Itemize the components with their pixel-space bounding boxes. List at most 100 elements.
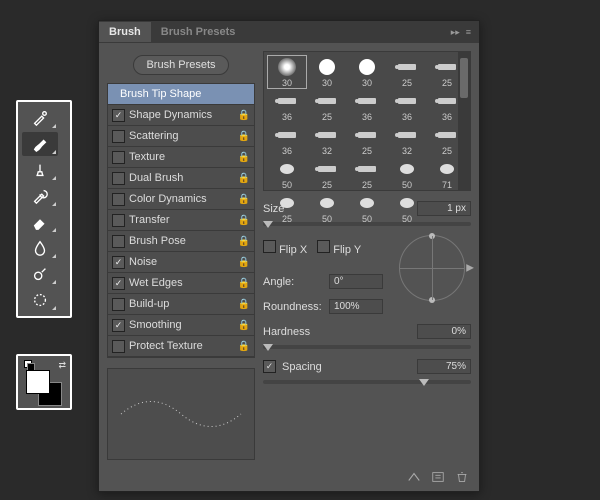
brush-tip-cell[interactable]: 30 — [268, 56, 306, 88]
pen-tool[interactable] — [22, 288, 58, 312]
hardness-slider[interactable] — [263, 345, 471, 349]
brush-tip-cell[interactable]: 25 — [348, 158, 386, 190]
checkbox-icon[interactable] — [112, 214, 125, 227]
angle-dial[interactable]: ▶ — [399, 235, 465, 301]
size-slider[interactable] — [263, 222, 471, 226]
lock-icon[interactable]: 🔒 — [238, 257, 250, 268]
healing-brush-tool[interactable] — [22, 106, 58, 130]
brush-tip-cell[interactable]: 50 — [308, 192, 346, 224]
opt-protect-texture[interactable]: Protect Texture🔒 — [108, 336, 254, 357]
opt-texture[interactable]: Texture🔒 — [108, 147, 254, 168]
panel-tabbar: Brush Brush Presets ▸▸ ≡ — [99, 21, 479, 43]
spacing-label: Spacing — [282, 361, 322, 373]
opt-wet-edges[interactable]: Wet Edges🔒 — [108, 273, 254, 294]
brush-tip-cell[interactable]: 25 — [348, 124, 386, 156]
angle-value[interactable]: 0° — [329, 274, 383, 289]
lock-icon[interactable]: 🔒 — [238, 299, 250, 310]
color-swatch-box: ⇄ — [16, 354, 72, 410]
checkbox-icon[interactable] — [112, 151, 125, 164]
checkbox-icon[interactable] — [112, 172, 125, 185]
lock-icon[interactable]: 🔒 — [238, 173, 250, 184]
spacing-slider[interactable] — [263, 380, 471, 384]
checkbox-icon[interactable] — [112, 298, 125, 311]
brush-tip-cell[interactable]: 50 — [348, 192, 386, 224]
opt-smoothing[interactable]: Smoothing🔒 — [108, 315, 254, 336]
brush-tip-cell[interactable]: 50 — [268, 158, 306, 190]
hardness-label: Hardness — [263, 326, 310, 338]
lock-icon[interactable]: 🔒 — [238, 320, 250, 331]
brush-tip-cell[interactable]: 30 — [348, 56, 386, 88]
hardness-value[interactable]: 0% — [417, 324, 471, 339]
opt-transfer[interactable]: Transfer🔒 — [108, 210, 254, 231]
checkbox-icon[interactable] — [112, 319, 125, 332]
opt-build-up[interactable]: Build-up🔒 — [108, 294, 254, 315]
brush-tip-cell[interactable]: 32 — [388, 124, 426, 156]
brush-options-column: Brush Presets Brush Tip Shape Shape Dyna… — [107, 51, 255, 460]
history-brush-tool[interactable] — [22, 184, 58, 208]
brush-tip-cell[interactable]: 36 — [268, 124, 306, 156]
roundness-label: Roundness: — [263, 301, 322, 313]
opt-label: Brush Tip Shape — [112, 88, 201, 100]
checkbox-icon[interactable] — [112, 193, 125, 206]
brush-tip-cell[interactable]: 50 — [388, 192, 426, 224]
roundness-value[interactable]: 100% — [329, 299, 383, 314]
swap-colors-icon[interactable]: ⇄ — [58, 360, 66, 371]
angle-label: Angle: — [263, 276, 294, 288]
brush-tool[interactable] — [22, 132, 58, 156]
opt-brush-pose[interactable]: Brush Pose🔒 — [108, 231, 254, 252]
brush-tip-cell[interactable]: 36 — [348, 90, 386, 122]
flip-y-checkbox[interactable]: Flip Y — [317, 240, 361, 256]
brush-tip-cell[interactable]: 25 — [308, 158, 346, 190]
lock-icon[interactable]: 🔒 — [238, 152, 250, 163]
brush-stroke-preview — [107, 368, 255, 460]
scrollbar-thumb[interactable] — [460, 58, 468, 98]
opt-color-dynamics[interactable]: Color Dynamics🔒 — [108, 189, 254, 210]
brush-tip-cell[interactable]: 36 — [268, 90, 306, 122]
brush-tip-cell[interactable]: 25 — [308, 90, 346, 122]
brush-tip-cell[interactable]: 50 — [388, 158, 426, 190]
tab-brush[interactable]: Brush — [99, 22, 151, 42]
lock-icon[interactable]: 🔒 — [238, 215, 250, 226]
eraser-tool[interactable] — [22, 210, 58, 234]
checkbox-icon[interactable] — [112, 277, 125, 290]
tab-brush-presets[interactable]: Brush Presets — [151, 22, 246, 42]
spacing-value[interactable]: 75% — [417, 359, 471, 374]
brush-tip-cell[interactable]: 30 — [308, 56, 346, 88]
lock-icon[interactable]: 🔒 — [238, 341, 250, 352]
lock-icon[interactable]: 🔒 — [238, 278, 250, 289]
trash-icon[interactable] — [455, 470, 469, 487]
checkbox-icon[interactable] — [112, 256, 125, 269]
checkbox-icon[interactable] — [112, 130, 125, 143]
brush-settings-column: 3030302525362536363636322532255025255071… — [263, 51, 471, 460]
brush-grid-scrollbar[interactable] — [458, 52, 470, 190]
checkbox-icon[interactable] — [112, 340, 125, 353]
flip-x-checkbox[interactable]: Flip X — [263, 240, 307, 256]
default-colors-icon[interactable] — [24, 360, 32, 368]
opt-noise[interactable]: Noise🔒 — [108, 252, 254, 273]
foreground-color-swatch[interactable] — [26, 370, 50, 394]
opt-dual-brush[interactable]: Dual Brush🔒 — [108, 168, 254, 189]
new-brush-icon[interactable] — [431, 470, 445, 487]
brush-presets-button[interactable]: Brush Presets — [133, 55, 228, 75]
lock-icon[interactable]: 🔒 — [238, 131, 250, 142]
dodge-tool[interactable] — [22, 262, 58, 286]
brush-tip-cell[interactable]: 25 — [268, 192, 306, 224]
lock-icon[interactable]: 🔒 — [238, 110, 250, 121]
brush-tip-cell[interactable]: 32 — [308, 124, 346, 156]
lock-icon[interactable]: 🔒 — [238, 194, 250, 205]
opt-brush-tip-shape[interactable]: Brush Tip Shape — [108, 84, 254, 105]
spacing-checkbox[interactable] — [263, 360, 276, 373]
brush-tip-cell[interactable]: 36 — [388, 90, 426, 122]
lock-icon[interactable]: 🔒 — [238, 236, 250, 247]
stamp-tool[interactable] — [22, 158, 58, 182]
blur-tool[interactable] — [22, 236, 58, 260]
opt-shape-dynamics[interactable]: Shape Dynamics🔒 — [108, 105, 254, 126]
brush-tip-cell[interactable]: 25 — [388, 56, 426, 88]
checkbox-icon[interactable] — [112, 109, 125, 122]
panel-menu-icon[interactable]: ≡ — [466, 27, 471, 38]
toggle-live-tip-icon[interactable] — [407, 470, 421, 487]
opt-scattering[interactable]: Scattering🔒 — [108, 126, 254, 147]
collapse-icon[interactable]: ▸▸ — [451, 27, 460, 38]
brush-tip-grid[interactable]: 3030302525362536363636322532255025255071… — [263, 51, 471, 191]
checkbox-icon[interactable] — [112, 235, 125, 248]
